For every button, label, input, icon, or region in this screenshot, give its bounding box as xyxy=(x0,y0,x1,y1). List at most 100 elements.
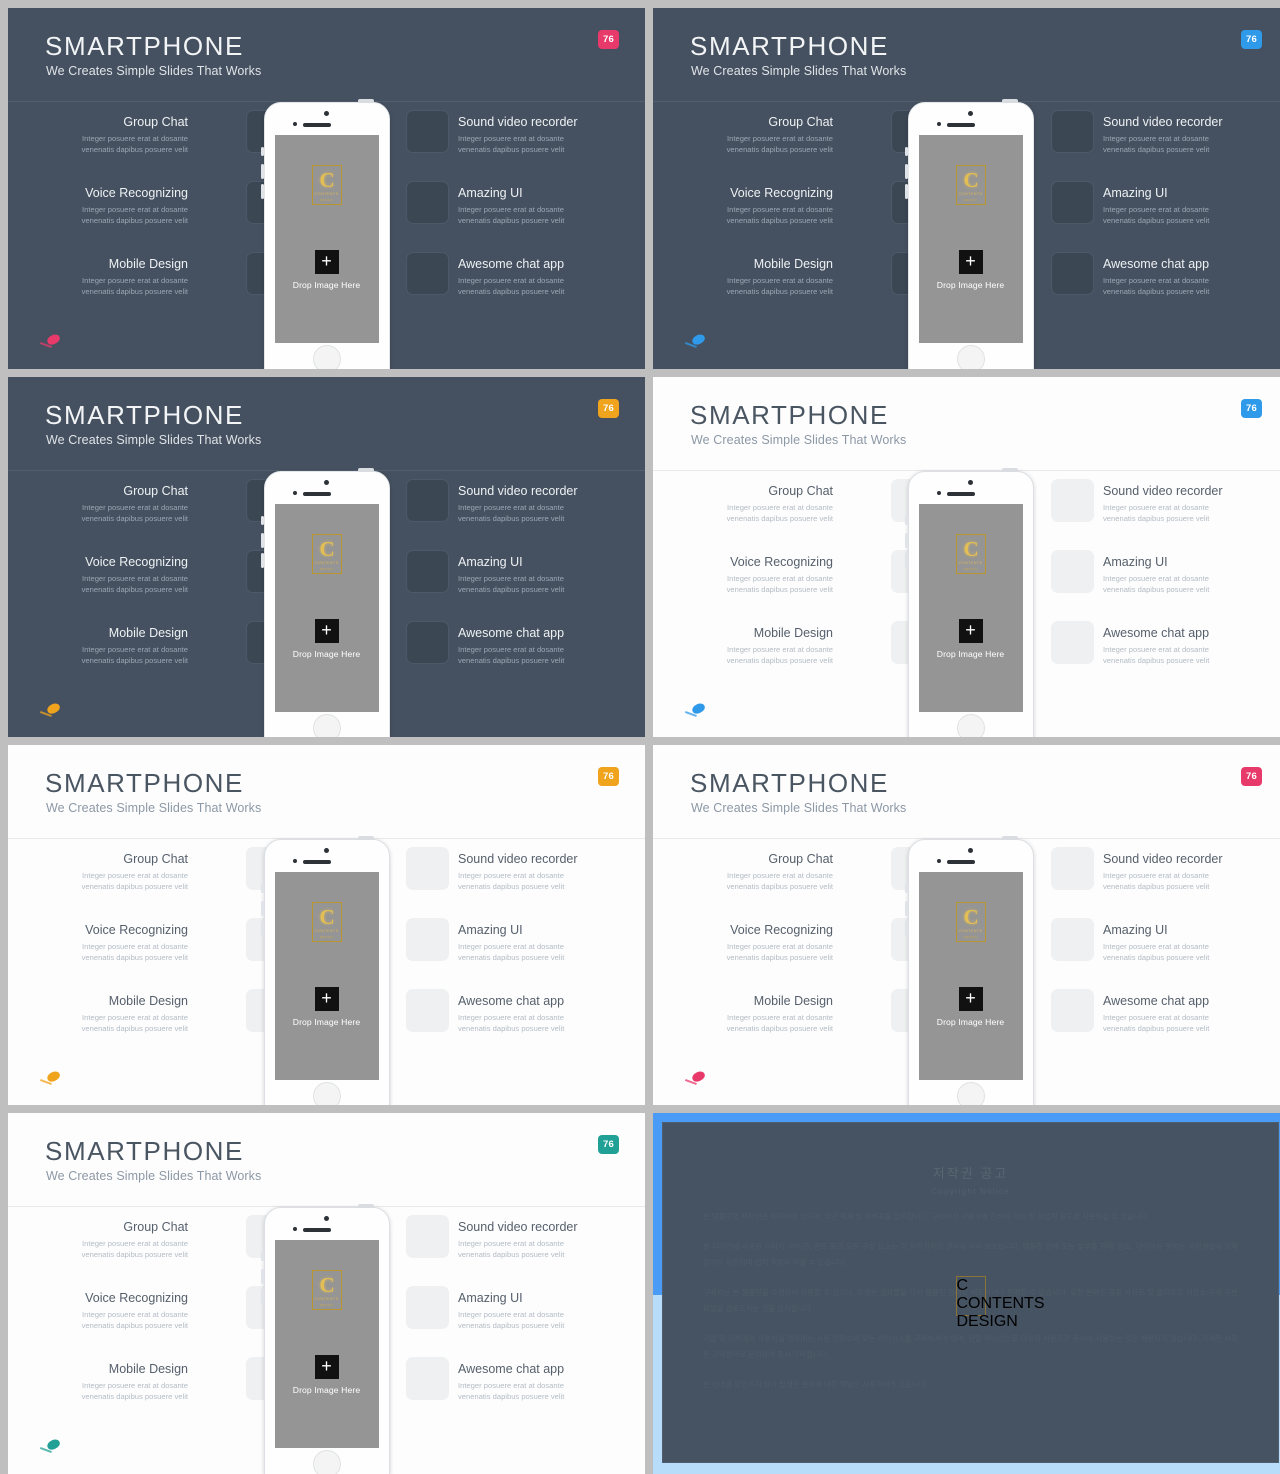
add-image-button[interactable]: + xyxy=(958,250,983,274)
add-image-button[interactable]: + xyxy=(958,987,983,1011)
list-item[interactable]: Awesome chat app Integer posuere erat at… xyxy=(406,252,614,322)
list-item[interactable]: Group Chat Integer posuere erat at dosan… xyxy=(38,847,289,917)
list-item[interactable]: Voice Recognizing Integer posuere erat a… xyxy=(683,918,934,988)
list-item[interactable]: Awesome chat app Integer posuere erat at… xyxy=(406,989,614,1059)
list-item[interactable]: Sound video recorder Integer posuere era… xyxy=(406,847,614,917)
list-item[interactable]: Amazing UI Integer posuere erat at dosan… xyxy=(406,1286,614,1356)
list-item[interactable]: Group Chat Integer posuere erat at dosan… xyxy=(683,110,934,180)
feature-icon-placeholder[interactable] xyxy=(1051,621,1094,664)
status-badge[interactable]: 76 xyxy=(1241,767,1262,786)
home-button-icon[interactable] xyxy=(312,1082,341,1105)
feature-icon-placeholder[interactable] xyxy=(1051,181,1094,224)
feature-icon-placeholder[interactable] xyxy=(1051,918,1094,961)
list-item[interactable]: Voice Recognizing Integer posuere erat a… xyxy=(683,550,934,620)
slide-1[interactable]: SMARTPHONE We Creates Simple Slides That… xyxy=(8,8,645,369)
list-item[interactable]: Amazing UI Integer posuere erat at dosan… xyxy=(406,181,614,251)
list-item[interactable]: Mobile Design Integer posuere erat at do… xyxy=(38,621,289,691)
status-badge[interactable]: 76 xyxy=(598,30,619,49)
feature-icon-placeholder[interactable] xyxy=(406,110,449,153)
list-item[interactable]: Sound video recorder Integer posuere era… xyxy=(1051,110,1259,180)
feature-icon-placeholder[interactable] xyxy=(406,847,449,890)
add-image-button[interactable]: + xyxy=(958,619,983,643)
feature-icon-placeholder[interactable] xyxy=(1051,989,1094,1032)
list-item[interactable]: Awesome chat app Integer posuere erat at… xyxy=(1051,621,1259,691)
list-item[interactable]: Group Chat Integer posuere erat at dosan… xyxy=(683,847,934,917)
list-item[interactable]: Amazing UI Integer posuere erat at dosan… xyxy=(1051,918,1259,988)
slide-3[interactable]: SMARTPHONE We Creates Simple Slides That… xyxy=(8,377,645,737)
list-item[interactable]: Mobile Design Integer posuere erat at do… xyxy=(38,989,289,1059)
list-item[interactable]: Voice Recognizing Integer posuere erat a… xyxy=(38,550,289,620)
home-button-icon[interactable] xyxy=(956,1082,985,1105)
list-item[interactable]: Group Chat Integer posuere erat at dosan… xyxy=(683,479,934,549)
list-item[interactable]: Amazing UI Integer posuere erat at dosan… xyxy=(1051,181,1259,251)
feature-icon-placeholder[interactable] xyxy=(406,621,449,664)
list-item[interactable]: Sound video recorder Integer posuere era… xyxy=(406,110,614,180)
feature-icon-placeholder[interactable] xyxy=(406,550,449,593)
list-item[interactable]: Awesome chat app Integer posuere erat at… xyxy=(1051,989,1259,1059)
phone-screen[interactable]: C CONTENTS DESIGN + Drop Image Here xyxy=(274,135,379,343)
list-item[interactable]: Mobile Design Integer posuere erat at do… xyxy=(38,1357,289,1427)
add-image-button[interactable]: + xyxy=(314,1355,339,1379)
home-button-icon[interactable] xyxy=(312,345,341,369)
home-button-icon[interactable] xyxy=(956,345,985,369)
list-item[interactable]: Voice Recognizing Integer posuere erat a… xyxy=(38,1286,289,1356)
list-item[interactable]: Mobile Design Integer posuere erat at do… xyxy=(683,989,934,1059)
status-badge[interactable]: 76 xyxy=(598,399,619,418)
slide-4[interactable]: SMARTPHONE We Creates Simple Slides That… xyxy=(653,377,1280,737)
phone-screen[interactable]: C CONTENTS DESIGN + Drop Image Here xyxy=(274,872,379,1080)
home-button-icon[interactable] xyxy=(312,1450,341,1474)
feature-icon-placeholder[interactable] xyxy=(1051,252,1094,295)
add-image-button[interactable]: + xyxy=(314,619,339,643)
list-item[interactable]: Mobile Design Integer posuere erat at do… xyxy=(38,252,289,322)
feature-icon-placeholder[interactable] xyxy=(406,252,449,295)
feature-icon-placeholder[interactable] xyxy=(406,1286,449,1329)
slide-2[interactable]: SMARTPHONE We Creates Simple Slides That… xyxy=(653,8,1280,369)
list-item[interactable]: Voice Recognizing Integer posuere erat a… xyxy=(683,181,934,251)
slide-5[interactable]: SMARTPHONE We Creates Simple Slides That… xyxy=(8,745,645,1105)
list-item[interactable]: Amazing UI Integer posuere erat at dosan… xyxy=(406,918,614,988)
status-badge[interactable]: 76 xyxy=(1241,399,1262,418)
add-image-button[interactable]: + xyxy=(314,987,339,1011)
list-item[interactable]: Awesome chat app Integer posuere erat at… xyxy=(1051,252,1259,322)
feature-icon-placeholder[interactable] xyxy=(1051,110,1094,153)
feature-icon-placeholder[interactable] xyxy=(1051,479,1094,522)
list-item[interactable]: Group Chat Integer posuere erat at dosan… xyxy=(38,110,289,180)
feature-icon-placeholder[interactable] xyxy=(406,989,449,1032)
feature-icon-placeholder[interactable] xyxy=(1051,847,1094,890)
list-item[interactable]: Mobile Design Integer posuere erat at do… xyxy=(683,252,934,322)
list-item[interactable]: Sound video recorder Integer posuere era… xyxy=(1051,847,1259,917)
phone-screen[interactable]: C CONTENTS DESIGN + Drop Image Here xyxy=(918,872,1023,1080)
slide-7[interactable]: SMARTPHONE We Creates Simple Slides That… xyxy=(8,1113,645,1474)
list-item[interactable]: Amazing UI Integer posuere erat at dosan… xyxy=(406,550,614,620)
list-item[interactable]: Sound video recorder Integer posuere era… xyxy=(406,479,614,549)
list-item[interactable]: Awesome chat app Integer posuere erat at… xyxy=(406,1357,614,1427)
home-button-icon[interactable] xyxy=(956,714,985,737)
status-badge[interactable]: 76 xyxy=(598,1135,619,1154)
slide-6[interactable]: SMARTPHONE We Creates Simple Slides That… xyxy=(653,745,1280,1105)
list-item[interactable]: Amazing UI Integer posuere erat at dosan… xyxy=(1051,550,1259,620)
feature-icon-placeholder[interactable] xyxy=(406,479,449,522)
feature-icon-placeholder[interactable] xyxy=(406,1357,449,1400)
home-button-icon[interactable] xyxy=(312,714,341,737)
list-item[interactable]: Sound video recorder Integer posuere era… xyxy=(406,1215,614,1285)
list-item[interactable]: Voice Recognizing Integer posuere erat a… xyxy=(38,918,289,988)
phone-screen[interactable]: C CONTENTS DESIGN + Drop Image Here xyxy=(274,1240,379,1448)
list-item[interactable]: Sound video recorder Integer posuere era… xyxy=(1051,479,1259,549)
feature-desc-line2: venenatis dapibus posuere velit xyxy=(81,1024,188,1033)
feature-icon-placeholder[interactable] xyxy=(406,918,449,961)
status-badge[interactable]: 76 xyxy=(598,767,619,786)
feature-icon-placeholder[interactable] xyxy=(406,181,449,224)
phone-screen[interactable]: C CONTENTS DESIGN + Drop Image Here xyxy=(918,504,1023,712)
list-item[interactable]: Group Chat Integer posuere erat at dosan… xyxy=(38,1215,289,1285)
feature-icon-placeholder[interactable] xyxy=(406,1215,449,1258)
list-item[interactable]: Voice Recognizing Integer posuere erat a… xyxy=(38,181,289,251)
phone-screen[interactable]: C CONTENTS DESIGN + Drop Image Here xyxy=(918,135,1023,343)
list-item[interactable]: Mobile Design Integer posuere erat at do… xyxy=(683,621,934,691)
feature-icon-placeholder[interactable] xyxy=(1051,550,1094,593)
slide-copyright-notice[interactable]: 저작권 공고 Copyright Notice 본 템플릿의 저작권은 제작사에… xyxy=(653,1113,1280,1474)
phone-screen[interactable]: C CONTENTS DESIGN + Drop Image Here xyxy=(274,504,379,712)
list-item[interactable]: Group Chat Integer posuere erat at dosan… xyxy=(38,479,289,549)
list-item[interactable]: Awesome chat app Integer posuere erat at… xyxy=(406,621,614,691)
add-image-button[interactable]: + xyxy=(314,250,339,274)
status-badge[interactable]: 76 xyxy=(1241,30,1262,49)
